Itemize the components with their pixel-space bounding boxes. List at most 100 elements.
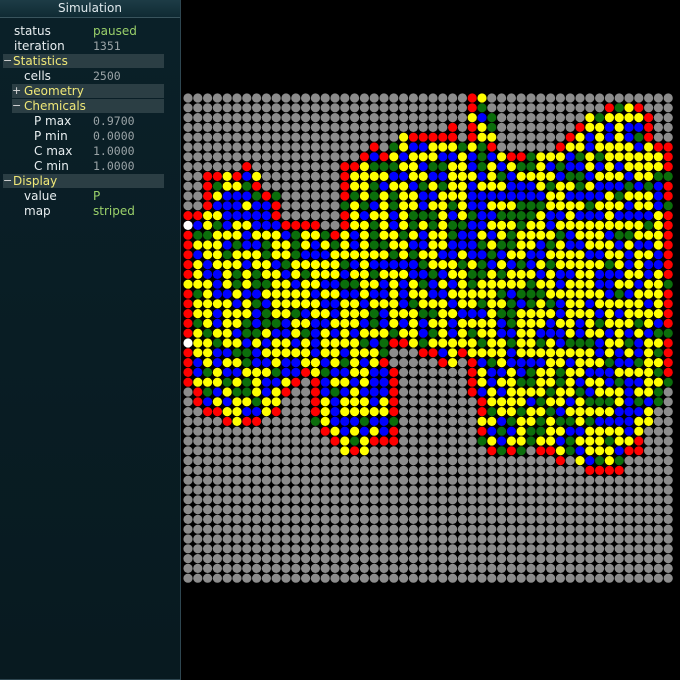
cell: [448, 377, 458, 387]
cell: [359, 220, 369, 230]
cell: [624, 309, 634, 319]
cell: [232, 171, 242, 181]
c-max-row: C max 1.0000: [34, 144, 174, 159]
cell: [585, 201, 595, 211]
cell: [477, 554, 487, 564]
cell: [252, 338, 262, 348]
cell: [252, 309, 262, 319]
cell: [320, 387, 330, 397]
cell: [310, 338, 320, 348]
cell: [497, 152, 507, 162]
cell: [644, 299, 654, 309]
cell: [399, 122, 409, 132]
chemicals-group-header[interactable]: − Chemicals: [12, 99, 164, 113]
cell: [565, 436, 575, 446]
cell: [232, 563, 242, 573]
cell: [457, 544, 467, 554]
cell: [301, 573, 311, 583]
cell: [359, 152, 369, 162]
cell: [379, 505, 389, 515]
display-group-header[interactable]: − Display: [3, 174, 164, 188]
cell: [497, 456, 507, 466]
cell: [555, 269, 565, 279]
cell: [330, 240, 340, 250]
display-map-row[interactable]: map striped: [24, 204, 174, 219]
cell: [291, 318, 301, 328]
cell: [438, 475, 448, 485]
cell: [565, 299, 575, 309]
cell: [506, 387, 516, 397]
cell: [614, 211, 624, 221]
cell: [575, 250, 585, 260]
collapse-icon[interactable]: −: [12, 99, 21, 113]
cell: [497, 220, 507, 230]
cell: [359, 387, 369, 397]
display-value-row[interactable]: value P: [24, 189, 174, 204]
cell: [212, 289, 222, 299]
cell: [399, 367, 409, 377]
cell: [301, 260, 311, 270]
cell: [438, 514, 448, 524]
cell: [408, 573, 418, 583]
cell: [555, 250, 565, 260]
cell: [350, 201, 360, 211]
cell: [487, 377, 497, 387]
cell: [418, 358, 428, 368]
cell: [222, 211, 232, 221]
display-value-field[interactable]: P: [93, 189, 100, 204]
cell: [555, 485, 565, 495]
cell: [369, 122, 379, 132]
cell: [271, 407, 281, 417]
cell: [438, 436, 448, 446]
cell: [271, 162, 281, 172]
cell: [536, 436, 546, 446]
cell: [291, 162, 301, 172]
cell: [497, 505, 507, 515]
cell: [467, 279, 477, 289]
display-map-field[interactable]: striped: [93, 204, 135, 219]
cell: [565, 250, 575, 260]
cell: [448, 446, 458, 456]
cell: [614, 426, 624, 436]
collapse-icon[interactable]: −: [3, 174, 12, 188]
cell: [565, 397, 575, 407]
cell: [428, 338, 438, 348]
cell: [536, 446, 546, 456]
cell: [457, 554, 467, 564]
cell: [516, 554, 526, 564]
cell: [536, 171, 546, 181]
cell: [369, 132, 379, 142]
cell: [526, 426, 536, 436]
cell: [477, 495, 487, 505]
collapse-icon[interactable]: −: [3, 54, 12, 68]
cell: [340, 514, 350, 524]
statistics-group-header[interactable]: − Statistics: [3, 54, 164, 68]
cell: [369, 269, 379, 279]
cell: [575, 534, 585, 544]
cell: [203, 485, 213, 495]
cell: [428, 269, 438, 279]
cell: [399, 397, 409, 407]
cell: [389, 377, 399, 387]
geometry-group-header[interactable]: + Geometry: [12, 84, 164, 98]
cell: [467, 446, 477, 456]
cell: [252, 132, 262, 142]
cell: [624, 162, 634, 172]
cell: [634, 93, 644, 103]
simulation-canvas[interactable]: [183, 93, 673, 583]
cell: [379, 514, 389, 524]
cell: [418, 573, 428, 583]
cell: [644, 309, 654, 319]
cell: [595, 250, 605, 260]
cell: [555, 142, 565, 152]
cell: [575, 573, 585, 583]
cell: [604, 554, 614, 564]
cell: [350, 240, 360, 250]
expand-icon[interactable]: +: [12, 84, 21, 98]
cell: [281, 113, 291, 123]
cell: [428, 191, 438, 201]
cell: [428, 162, 438, 172]
cell: [516, 573, 526, 583]
cell: [389, 113, 399, 123]
cell: [271, 387, 281, 397]
